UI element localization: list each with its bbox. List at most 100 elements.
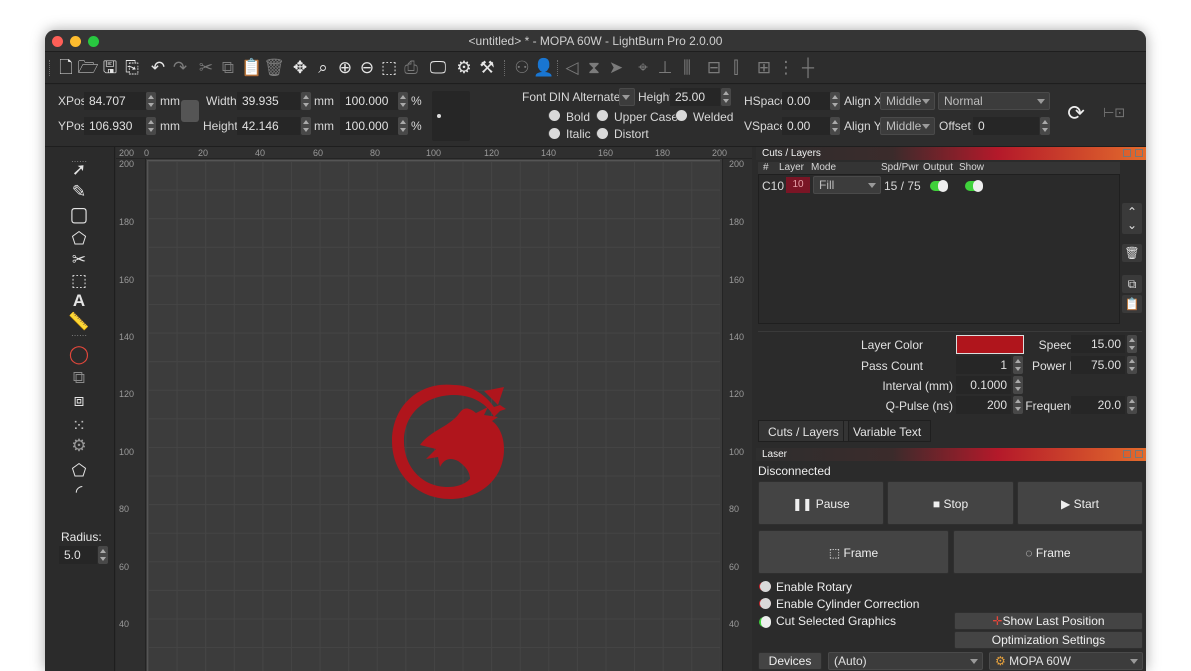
qpulse-stepper[interactable] [1013,396,1023,414]
lock-aspect-icon[interactable] [181,100,199,122]
offset-shapes-icon[interactable]: ⬠ [67,460,91,482]
select-tool-icon[interactable]: ➚ [67,159,91,181]
anchor-point-grid[interactable] [432,91,470,141]
row-mode-dropdown[interactable]: Fill [813,176,881,194]
text-mode-dropdown[interactable]: Normal [938,92,1050,110]
mirror-h-icon[interactable]: ◁ [561,57,583,79]
zoom-out-icon[interactable]: ⊖ [356,57,378,79]
scale-width-field[interactable]: 100.000 [340,92,398,110]
distribute-icon[interactable]: ⫼ [676,57,698,79]
panel-close-icon[interactable] [1135,450,1143,458]
copy-layer-icon[interactable]: ⧉ [1122,275,1142,293]
font-height-stepper[interactable] [721,88,731,106]
tab-variable-text[interactable]: Variable Text [843,420,932,442]
dragon-logo-graphic[interactable] [388,375,510,503]
redo-icon[interactable]: ↷ [169,57,191,79]
move-icon[interactable]: ✥ [289,57,311,79]
frequency-field[interactable]: 20.0 [1071,396,1125,414]
ypos-field[interactable]: 106.930 [84,117,146,135]
boolean-subtract-icon[interactable]: ⧈ [67,390,91,412]
devices-button[interactable]: Devices [758,652,822,670]
paste-icon[interactable]: 📋 [241,57,263,79]
anchor-point-selected[interactable] [437,114,441,118]
row-layer-swatch[interactable]: 10 [786,177,810,193]
qpulse-field[interactable]: 200 [956,396,1011,414]
rotate-center-icon[interactable]: ⊟ [703,57,725,79]
pass-count-field[interactable]: 1 [956,356,1011,374]
rectangle-tool-icon[interactable]: ▢ [67,204,91,226]
enable-cylinder-toggle[interactable] [759,598,771,609]
ypos-stepper[interactable] [146,117,156,135]
optimization-settings-button[interactable]: Optimization Settings [954,631,1143,649]
power-field[interactable]: 75.00 [1071,356,1125,374]
toolbar-grip[interactable] [49,60,51,76]
speed-stepper[interactable] [1127,335,1137,353]
boolean-union-icon[interactable]: ⧉ [67,367,91,389]
pause-button[interactable]: ❚❚ Pause [758,481,884,525]
tab-cuts-layers[interactable]: Cuts / Layers [758,420,849,442]
circular-array-icon[interactable]: ⚙ [67,435,91,457]
enable-rotary-toggle[interactable] [759,581,771,592]
tools-icon[interactable]: ⚒ [476,57,498,79]
radius-stepper[interactable] [98,546,108,564]
scale-width-stepper[interactable] [398,92,408,110]
send-icon[interactable]: ➤ [605,57,627,79]
vspace-field[interactable]: 0.00 [782,117,830,135]
bold-toggle[interactable] [548,110,560,121]
width-field[interactable]: 39.935 [237,92,300,110]
polygon-tool-icon[interactable]: ⬠ [67,228,91,250]
panel-close-icon[interactable] [1135,149,1143,157]
table-row[interactable]: C10 10 Fill 15 / 75 [759,176,1119,195]
upper-case-toggle[interactable] [596,110,608,121]
new-file-icon[interactable]: 🗋 [55,57,77,79]
port-dropdown[interactable]: (Auto) [828,652,983,670]
row-output-toggle[interactable] [930,180,948,192]
open-folder-icon[interactable]: 🗁 [77,57,99,79]
camera-icon[interactable]: ⎙ [400,57,422,79]
mirror-v-icon[interactable]: ⧗ [583,57,605,79]
zoom-to-page-icon[interactable]: ⌕ [312,57,334,79]
vspace-stepper[interactable] [830,117,840,135]
start-button[interactable]: ▶ Start [1017,481,1143,525]
xpos-stepper[interactable] [146,92,156,110]
delete-layer-icon[interactable]: 🗑 [1122,244,1142,262]
width-stepper[interactable] [301,92,311,110]
cuts-layer-list[interactable]: C10 10 Fill 15 / 75 [758,174,1120,324]
row-show-toggle[interactable] [965,180,983,192]
welded-toggle[interactable] [675,110,687,121]
offset-stepper[interactable] [1040,117,1050,135]
align-x-dropdown[interactable]: Middle [880,92,935,110]
align-vertical-icon[interactable]: ⫿ [725,57,747,79]
node-tool-icon[interactable]: ⊢⊡ [1103,105,1129,123]
undo-icon[interactable]: ↶ [147,57,169,79]
device-dropdown[interactable]: ⚙ MOPA 60W [989,652,1143,670]
pass-count-stepper[interactable] [1013,356,1023,374]
monitor-icon[interactable]: 🖵 [427,57,449,79]
zoom-frame-icon[interactable]: ⬚ [378,57,400,79]
radius-field[interactable]: 5.0 [59,546,97,564]
panel-float-icon[interactable] [1123,450,1131,458]
hspace-stepper[interactable] [830,92,840,110]
group-icon[interactable]: ⚇ [511,57,533,79]
workspace-canvas[interactable]: 200 0 20 40 60 80 100 120 140 160 180 20… [116,147,752,671]
move-layer-down-button[interactable]: ⌄ [1122,216,1142,234]
cut-selected-toggle[interactable] [759,616,771,628]
scale-height-field[interactable]: 100.000 [340,117,398,135]
interval-field[interactable]: 0.1000 [956,376,1011,394]
text-tool-icon[interactable]: A [67,290,91,312]
frequency-stepper[interactable] [1127,396,1137,414]
stop-button[interactable]: ■ Stop [887,481,1014,525]
paste-layer-icon[interactable]: 📋 [1122,295,1142,313]
grid-array-icon[interactable]: ⁙ [67,415,91,437]
frame-circle-button[interactable]: ◌ Frame [953,530,1143,574]
show-last-position-button[interactable]: ✛Show Last Position [954,612,1143,630]
crosshair-icon[interactable]: ┼ [797,57,819,79]
user-icon[interactable]: 👤 [533,57,555,79]
layout-icon[interactable]: ⊞ [753,57,775,79]
power-stepper[interactable] [1127,356,1137,374]
layer-color-swatch[interactable] [956,335,1024,354]
circle-tool-icon[interactable]: ◯ [67,343,91,365]
apply-text-path-icon[interactable]: ⟳ [1063,101,1089,127]
cut-icon[interactable]: ✂ [195,57,217,79]
scissors-tool-icon[interactable]: ✂ [67,249,91,271]
